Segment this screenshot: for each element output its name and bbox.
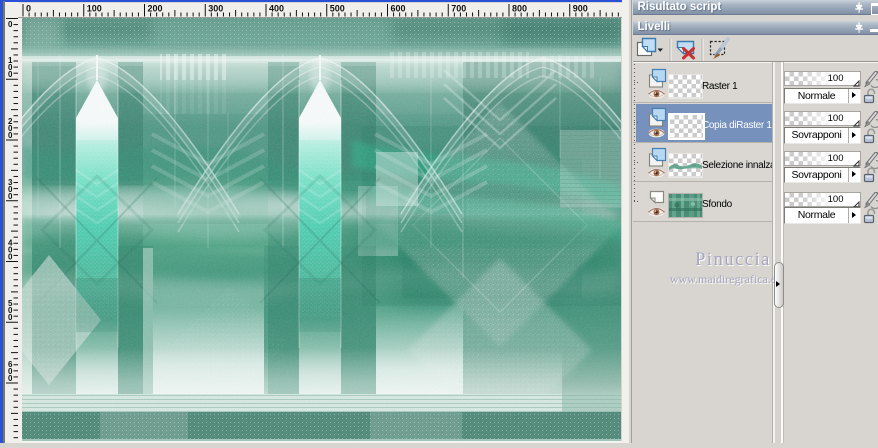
svg-text:0: 0	[8, 374, 13, 383]
svg-text:400: 400	[269, 4, 284, 14]
svg-text:0: 0	[8, 192, 13, 201]
svg-text:0: 0	[26, 4, 31, 14]
svg-text:100: 100	[87, 4, 102, 14]
svg-text:600: 600	[391, 4, 406, 14]
svg-text:200: 200	[148, 4, 163, 14]
svg-text:0: 0	[8, 253, 13, 262]
svg-text:900: 900	[573, 4, 588, 14]
svg-text:700: 700	[451, 4, 466, 14]
svg-text:0: 0	[8, 313, 13, 322]
svg-text:0: 0	[8, 20, 13, 29]
svg-text:0: 0	[8, 70, 13, 79]
svg-text:500: 500	[330, 4, 345, 14]
svg-text:800: 800	[512, 4, 527, 14]
svg-text:0: 0	[8, 131, 13, 140]
svg-text:300: 300	[208, 4, 223, 14]
